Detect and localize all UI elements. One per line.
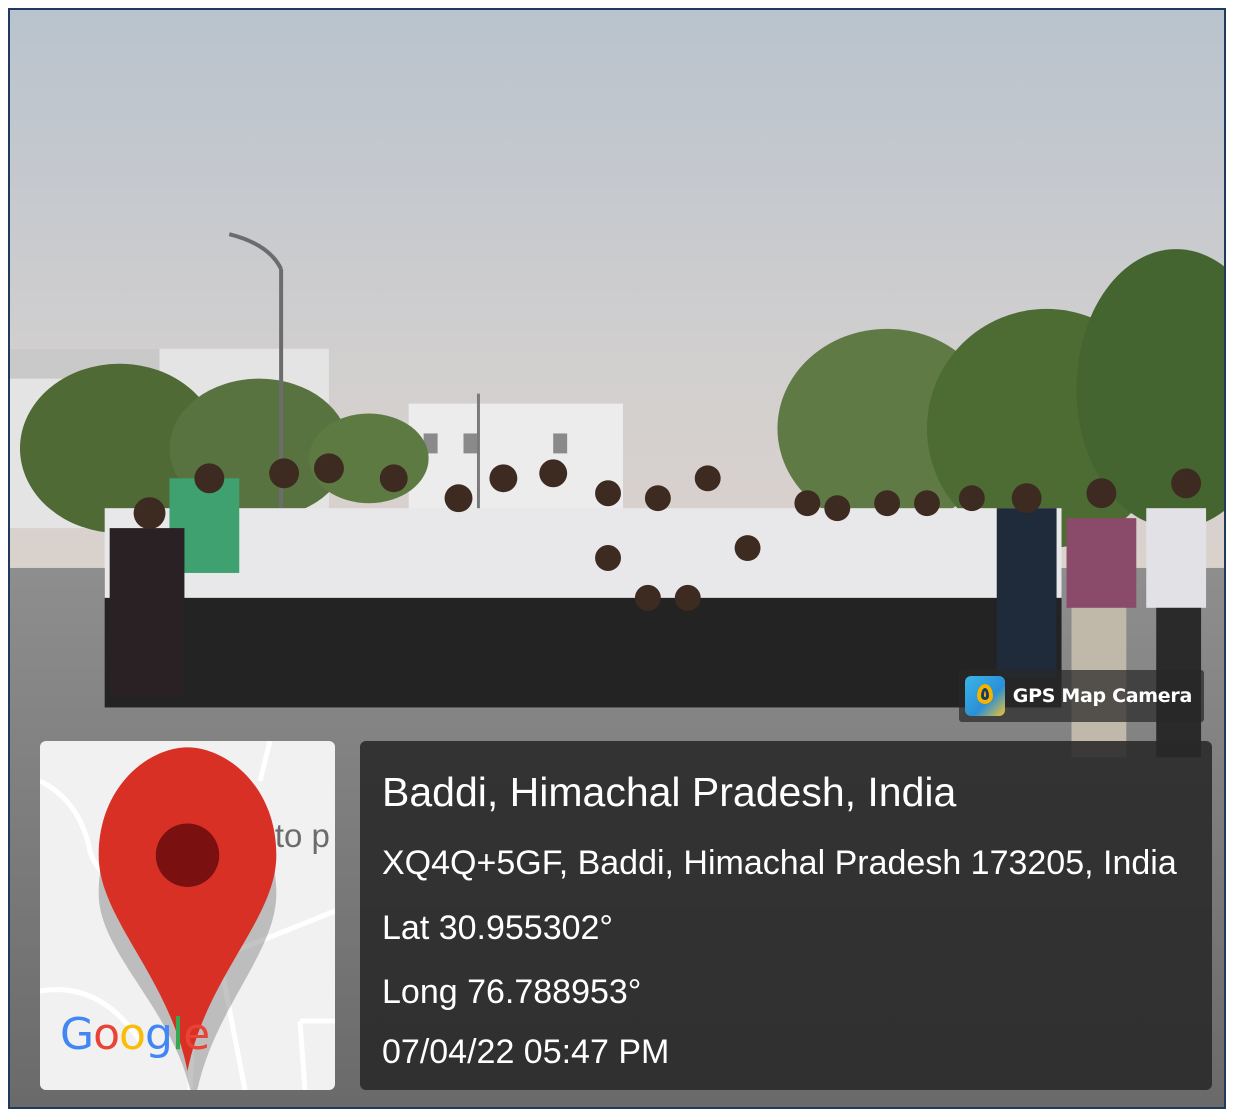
photo-frame: GPS Map Camera Aristo p Google Badd: [8, 8, 1226, 1109]
location-datetime: 07/04/22 05:47 PM: [382, 1033, 670, 1071]
gps-map-camera-badge: GPS Map Camera: [958, 670, 1204, 722]
location-longitude: Long 76.788953°: [382, 973, 642, 1011]
location-latitude: Lat 30.955302°: [382, 909, 614, 947]
location-address: XQ4Q+5GF, Baddi, Himachal Pradesh 173205…: [382, 844, 1177, 882]
gps-map-camera-icon: [964, 676, 1005, 716]
map-thumbnail: Aristo p Google: [40, 741, 335, 1090]
location-title: Baddi, Himachal Pradesh, India: [382, 769, 957, 815]
google-logo: Google: [60, 1009, 210, 1060]
location-info-panel: Baddi, Himachal Pradesh, India XQ4Q+5GF,…: [360, 741, 1212, 1090]
badge-label: GPS Map Camera: [1012, 685, 1193, 707]
